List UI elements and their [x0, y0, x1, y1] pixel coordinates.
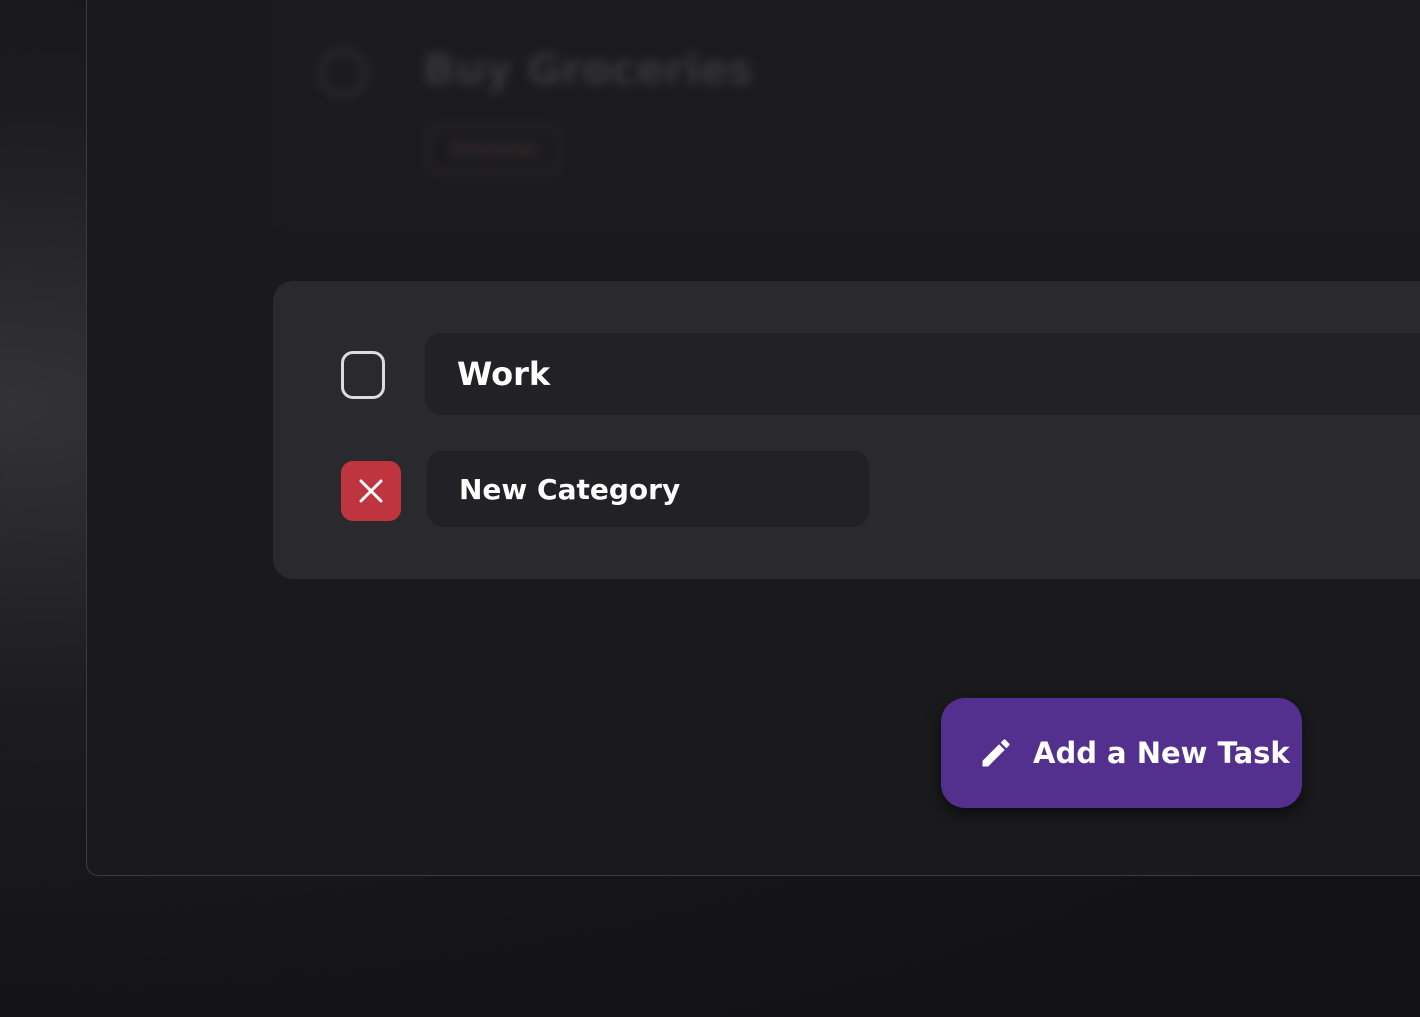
add-new-task-button[interactable]: Add a New Task [941, 698, 1302, 808]
blurred-task-title: Buy Groceries [423, 45, 753, 94]
category-name-field-work[interactable]: Work [425, 333, 1420, 415]
category-checkbox-work[interactable] [341, 351, 385, 399]
blurred-task-card: Buy Groceries Groceries [267, 0, 1420, 251]
task-complete-circle-icon [319, 49, 367, 97]
blurred-category-chip: Groceries [427, 125, 561, 174]
category-editor-panel: Work New Category [273, 281, 1420, 579]
pencil-icon [977, 734, 1015, 772]
blurred-task-card-background [267, 0, 1420, 231]
category-name-field-new[interactable]: New Category [427, 451, 869, 527]
add-new-task-label: Add a New Task [1033, 736, 1290, 770]
close-icon [359, 479, 383, 503]
delete-category-button[interactable] [341, 461, 401, 521]
